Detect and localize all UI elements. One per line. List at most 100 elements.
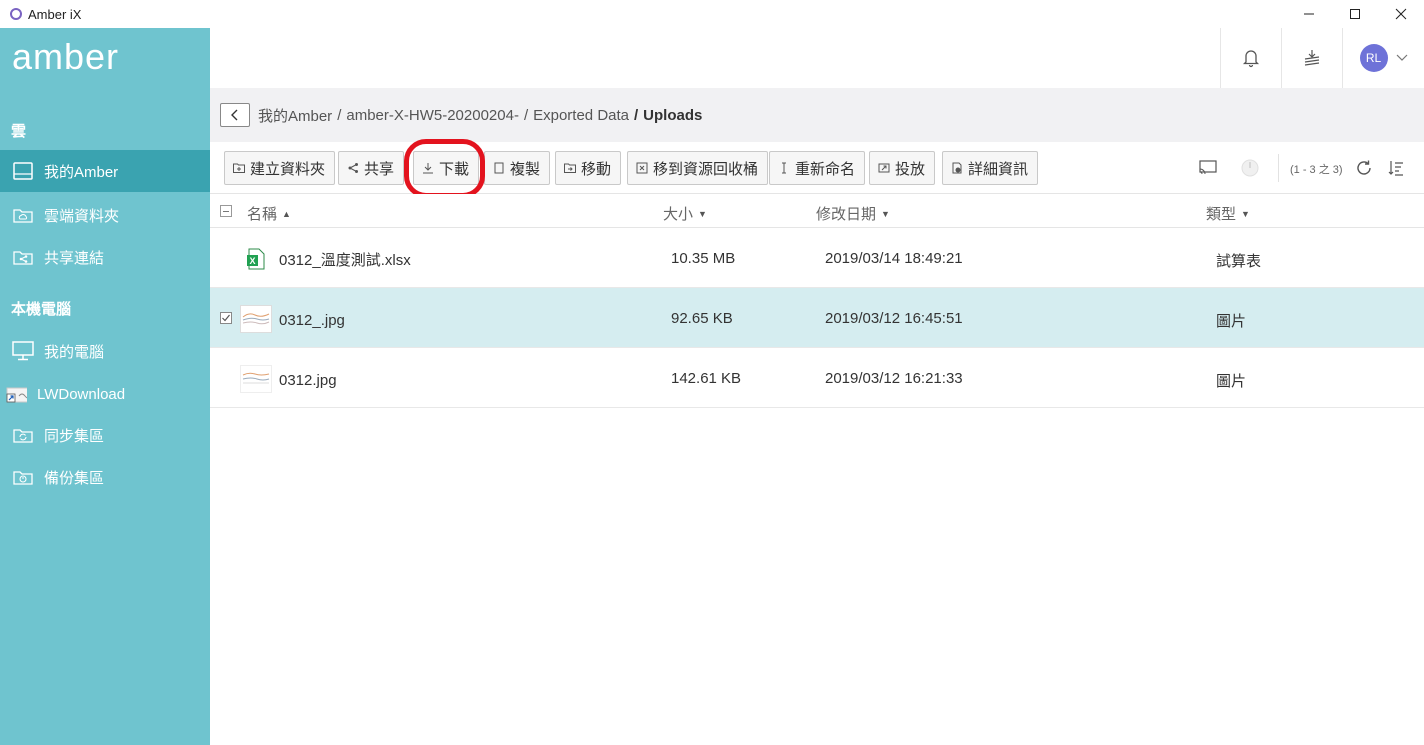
file-type: 圖片 (1216, 373, 1247, 390)
folder-shortcut-icon (5, 384, 27, 404)
screen-cast-icon (1199, 160, 1217, 175)
table-row[interactable]: 0312_.jpg 92.65 KB 2019/03/12 16:45:51 圖… (210, 288, 1424, 348)
file-size: 10.35 MB (671, 250, 736, 267)
sidebar: amber 雲 我的Amber 雲端資料夾 共享連結 本機電腦 我的電腦 LWD… (0, 28, 210, 745)
download-label: 下載 (439, 160, 470, 178)
breadcrumb-separator: / (337, 106, 342, 124)
sidebar-item-backup-pool[interactable]: 備份集區 (0, 456, 210, 498)
window-title: Amber iX (28, 6, 82, 22)
file-table-header: 名稱 ▲ 大小 ▼ 修改日期 ▼ 類型 ▼ (210, 194, 1424, 228)
move-to-recycle-label: 移到資源回收桶 (653, 160, 759, 178)
amber-logo: amber (12, 36, 120, 77)
sidebar-item-sync-pool[interactable]: 同步集區 (0, 414, 210, 456)
minimize-icon (1304, 13, 1314, 15)
bell-icon (1242, 50, 1260, 68)
details-button[interactable]: 詳細資訊 (942, 151, 1039, 185)
backup-folder-icon (12, 467, 34, 487)
file-name: 0312.jpg (279, 372, 337, 389)
sort-list-icon (1388, 161, 1403, 176)
minimize-button[interactable] (1286, 0, 1332, 28)
breadcrumb-separator: / (634, 106, 639, 124)
local-section-label: 本機電腦 (11, 301, 72, 318)
refresh-button[interactable] (1354, 158, 1374, 178)
svg-text:X: X (249, 256, 255, 266)
file-size: 142.61 KB (671, 370, 742, 387)
file-modified: 2019/03/14 18:49:21 (825, 250, 963, 267)
table-row[interactable]: X 0312_溫度測試.xlsx 10.35 MB 2019/03/14 18:… (210, 228, 1424, 288)
column-type[interactable]: 類型 ▼ (1206, 203, 1250, 224)
status-circle-icon (1241, 159, 1259, 177)
sidebar-item-cloud-folder[interactable]: 雲端資料夾 (0, 194, 210, 236)
pagination-info: (1 - 3 之 3) (1290, 164, 1343, 176)
toolbar-divider (1278, 154, 1279, 182)
move-label: 移動 (581, 160, 612, 178)
window-controls (1286, 0, 1424, 28)
sidebar-item-label: 我的電腦 (44, 343, 105, 361)
column-modified[interactable]: 修改日期 ▼ (816, 203, 890, 224)
maximize-button[interactable] (1332, 0, 1378, 28)
screen-cast-button[interactable] (1198, 158, 1218, 178)
share-button[interactable]: 共享 (338, 151, 405, 185)
share-icon (347, 162, 359, 174)
maximize-icon (1350, 9, 1360, 19)
row-checkbox[interactable] (220, 312, 232, 324)
window-titlebar: Amber iX (0, 0, 1424, 28)
sidebar-item-label: 同步集區 (44, 427, 105, 445)
copy-label: 複製 (510, 160, 541, 178)
drive-icon (12, 161, 34, 181)
info-file-icon (951, 162, 963, 174)
sort-desc-icon: ▼ (1241, 208, 1250, 219)
select-all-checkbox[interactable] (220, 205, 232, 217)
close-window-button[interactable] (1378, 0, 1424, 28)
sidebar-item-lwdownload[interactable]: LWDownload (0, 373, 210, 415)
notifications-button[interactable] (1220, 28, 1281, 88)
breadcrumb-item[interactable]: Exported Data (533, 107, 629, 124)
refresh-icon (1357, 160, 1371, 175)
image-thumbnail-icon (240, 364, 272, 394)
rename-button[interactable]: 重新命名 (769, 151, 866, 185)
column-size[interactable]: 大小 ▼ (663, 203, 707, 224)
breadcrumb-item[interactable]: 我的Amber (258, 105, 332, 126)
share-link-icon (12, 247, 34, 267)
sort-asc-icon: ▲ (282, 208, 291, 219)
sidebar-item-label: LWDownload (37, 385, 126, 403)
file-size: 92.65 KB (671, 310, 733, 327)
avatar: RL (1359, 44, 1388, 72)
cast-button[interactable]: 投放 (869, 151, 936, 185)
back-button[interactable] (220, 103, 250, 127)
move-to-recycle-button[interactable]: 移到資源回收桶 (627, 151, 769, 185)
sidebar-item-my-amber[interactable]: 我的Amber (0, 150, 210, 192)
breadcrumb: 我的Amber / amber-X-HW5-20200204- / Export… (210, 88, 1424, 142)
download-button[interactable]: 下載 (413, 151, 480, 185)
image-thumbnail-icon (240, 304, 272, 334)
file-modified: 2019/03/12 16:45:51 (825, 310, 963, 327)
breadcrumb-separator: / (523, 106, 529, 124)
file-type: 試算表 (1216, 253, 1262, 270)
copy-button[interactable]: 複製 (484, 151, 551, 185)
transfer-stack-icon (1304, 50, 1320, 66)
file-type: 圖片 (1216, 313, 1247, 330)
sidebar-item-label: 備份集區 (44, 469, 105, 487)
download-icon (422, 162, 434, 174)
text-cursor-icon (778, 162, 790, 174)
sidebar-item-my-computer[interactable]: 我的電腦 (0, 330, 210, 372)
table-row[interactable]: 0312.jpg 142.61 KB 2019/03/12 16:21:33 圖… (210, 348, 1424, 408)
sync-folder-icon (12, 425, 34, 445)
column-name[interactable]: 名稱 ▲ (247, 203, 291, 224)
top-header: RL (210, 28, 1424, 88)
account-menu[interactable]: RL (1342, 28, 1424, 88)
transfers-button[interactable] (1281, 28, 1342, 88)
sidebar-item-label: 我的Amber (44, 163, 119, 181)
breadcrumb-item[interactable]: amber-X-HW5-20200204- (346, 107, 519, 124)
cloud-folder-icon (12, 205, 34, 225)
sidebar-item-share-links[interactable]: 共享連結 (0, 236, 210, 278)
monitor-icon (12, 341, 34, 361)
sort-options-button[interactable] (1386, 158, 1406, 178)
new-folder-button[interactable]: 建立資料夾 (224, 151, 336, 185)
sidebar-item-label: 雲端資料夾 (44, 207, 120, 225)
app-logo-icon (10, 8, 22, 20)
details-label: 詳細資訊 (968, 160, 1029, 178)
move-button[interactable]: 移動 (555, 151, 622, 185)
sync-status-indicator (1240, 158, 1260, 178)
cloud-section-label: 雲 (11, 123, 27, 140)
